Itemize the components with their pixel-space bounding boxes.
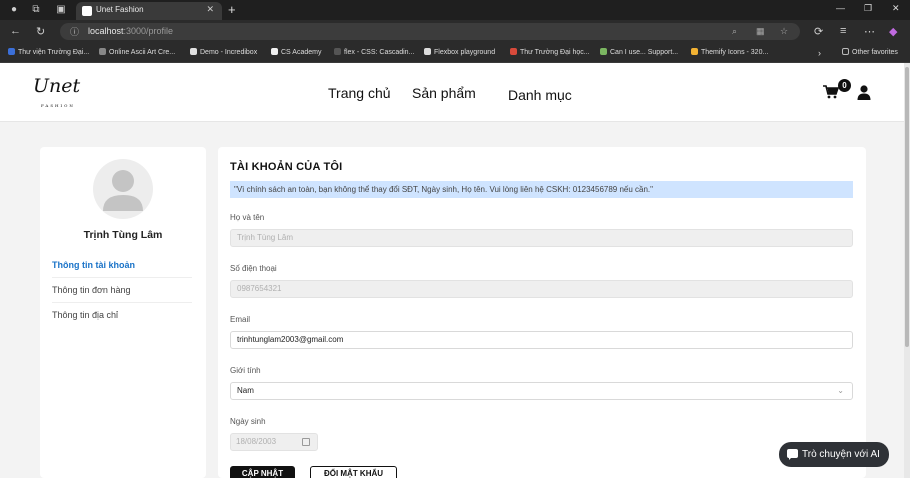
bookmarks-overflow-icon[interactable]: › [818, 48, 821, 58]
cart-count-badge: 0 [838, 79, 851, 92]
close-window-icon[interactable]: ✕ [892, 3, 900, 14]
policy-notice: "Vì chính sách an toàn, bạn không thể th… [230, 181, 853, 198]
phone-field: 0987654321 [230, 280, 853, 298]
copilot-icon[interactable]: ◆ [889, 25, 897, 38]
more-menu-icon[interactable]: ⋯ [864, 25, 875, 38]
bookmark-item[interactable]: Thư Trường Đại học... [510, 48, 590, 56]
ai-chat-label: Trò chuyện với AI [802, 449, 880, 460]
scrollbar-thumb[interactable] [905, 67, 909, 347]
chevron-down-icon: ⌄ [837, 386, 844, 395]
account-form-card: TÀI KHOẢN CỦA TÔI "Vì chính sách an toàn… [218, 147, 866, 478]
calendar-icon [302, 438, 310, 446]
app-available-icon[interactable]: ▦ [756, 26, 765, 37]
url-bar[interactable]: ⓘ localhost:3000/profile ⌕ ▦ ☆ [60, 23, 800, 40]
tab-actions-icon[interactable]: ▣ [55, 4, 67, 16]
cart-icon[interactable] [823, 85, 839, 99]
user-name: Trịnh Tùng Lâm [83, 229, 163, 241]
phone-label: Số điện thoại [230, 264, 277, 273]
email-field[interactable]: trinhtunglam2003@gmail.com [230, 331, 853, 349]
browser-tab[interactable]: Unet Fashion ✕ [76, 2, 222, 20]
close-tab-icon[interactable]: ✕ [206, 4, 214, 15]
site-logo[interactable]: Unet FASHION [33, 75, 80, 109]
profile-icon[interactable]: ● [8, 4, 20, 16]
url-text: localhost:3000/profile [88, 26, 174, 36]
full-name-field: Trịnh Tùng Lâm [230, 229, 853, 247]
birthdate-field: 18/08/2003 [230, 433, 318, 451]
restore-icon[interactable]: ❐ [864, 3, 872, 14]
bookmark-item[interactable]: Flexbox playground [424, 48, 495, 56]
chat-bubble-icon [787, 449, 798, 460]
full-name-label: Họ và tên [230, 213, 265, 222]
birthdate-value: 18/08/2003 [236, 437, 277, 446]
profile-sidebar: Trịnh Tùng Lâm Thông tin tài khoản Thông… [40, 147, 206, 478]
bookmark-item[interactable]: Thư viện Trường Đại... [8, 48, 89, 56]
nav-products[interactable]: Sản phẩm [412, 85, 476, 101]
new-tab-icon[interactable]: + [228, 2, 236, 17]
bookmark-item[interactable]: flex - CSS: Cascadin... [334, 48, 414, 56]
address-toolbar: ← ↻ ⓘ localhost:3000/profile ⌕ ▦ ☆ ⟳ ≡ ⋯… [0, 20, 910, 43]
gender-value: Nam [237, 386, 254, 395]
site-info-icon[interactable]: ⓘ [70, 25, 79, 38]
update-button[interactable]: CẬP NHẬT [230, 466, 295, 478]
page-title: TÀI KHOẢN CỦA TÔI [230, 161, 343, 173]
bookmark-item[interactable]: Demo - Incredibox [190, 48, 257, 56]
avatar [93, 159, 153, 219]
page-scrollbar[interactable] [904, 63, 910, 478]
sidebar-item-orders[interactable]: Thông tin đơn hàng [52, 278, 192, 303]
favorites-icon[interactable]: ≡ [840, 25, 846, 37]
minimize-icon[interactable]: — [836, 3, 845, 13]
sidebar-item-addresses[interactable]: Thông tin địa chỉ [52, 303, 192, 328]
email-label: Email [230, 315, 251, 324]
browser-tab-bar: ● ⧉ ▣ Unet Fashion ✕ + — ❐ ✕ [0, 0, 910, 20]
bookmark-item[interactable]: CS Academy [271, 48, 321, 56]
ai-chat-button[interactable]: Trò chuyện với AI [779, 442, 889, 467]
refresh-icon[interactable]: ↻ [36, 25, 45, 38]
default-avatar-icon [103, 170, 143, 211]
site-favicon-icon [82, 6, 92, 16]
site-header: Unet FASHION Trang chủ Sản phẩm Danh mục… [0, 63, 904, 122]
bookmark-item[interactable]: Online Ascii Art Cre... [99, 48, 175, 56]
sidebar-item-account-info[interactable]: Thông tin tài khoản [52, 253, 192, 278]
search-page-icon[interactable]: ⌕ [732, 26, 737, 37]
back-icon[interactable]: ← [10, 25, 21, 37]
birthdate-label: Ngày sinh [230, 417, 266, 426]
gender-select[interactable]: Nam ⌄ [230, 382, 853, 400]
tab-title: Unet Fashion [96, 5, 144, 14]
other-favorites[interactable]: Other favorites [842, 48, 898, 56]
bookmarks-bar: Thư viện Trường Đại... Online Ascii Art … [0, 43, 910, 63]
change-password-button[interactable]: ĐỔI MẬT KHẨU [310, 466, 397, 478]
bookmark-item[interactable]: Can I use... Support... [600, 48, 678, 56]
page-viewport: Unet FASHION Trang chủ Sản phẩm Danh mục… [0, 63, 904, 478]
user-icon[interactable] [857, 85, 871, 100]
nav-categories[interactable]: Danh mục [508, 87, 572, 103]
extensions-icon[interactable]: ⟳ [814, 25, 823, 38]
gender-label: Giới tính [230, 366, 261, 375]
bookmark-item[interactable]: Themify Icons - 320... [691, 48, 768, 56]
workspaces-icon[interactable]: ⧉ [30, 4, 42, 16]
nav-home[interactable]: Trang chủ [328, 85, 391, 101]
favorite-star-icon[interactable]: ☆ [780, 26, 788, 37]
